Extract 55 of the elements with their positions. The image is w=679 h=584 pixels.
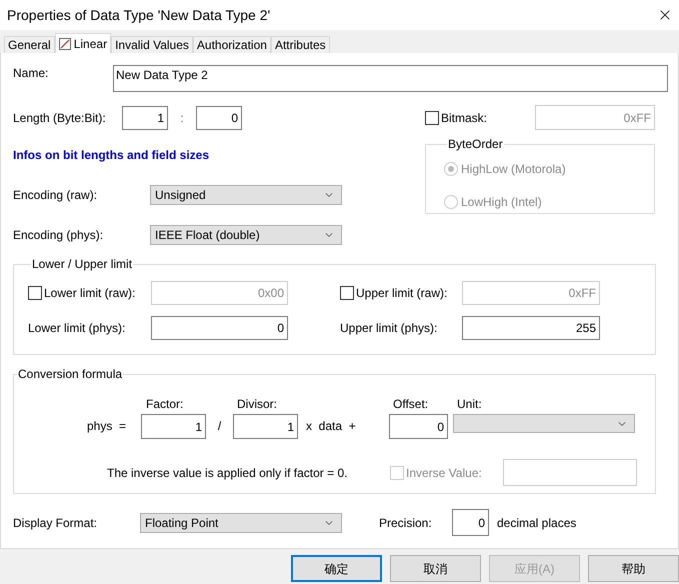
tab[interactable]: Attributes xyxy=(270,36,330,53)
field-label: Precision: xyxy=(379,516,432,530)
window-title: Properties of Data Type 'New Data Type 2' xyxy=(7,6,270,25)
input-field[interactable]: 1 xyxy=(233,414,298,439)
field-label: Length (Byte:Bit): xyxy=(13,110,106,124)
field-label: Factor: xyxy=(146,397,184,411)
tab[interactable]: Linear xyxy=(54,33,112,53)
info-link[interactable]: Infos on bit lengths and field sizes xyxy=(13,148,210,162)
field-label: Encoding (phys): xyxy=(13,228,104,242)
input-field[interactable]: New Data Type 2 xyxy=(113,65,668,92)
input-field[interactable]: 0 xyxy=(196,106,242,130)
checkbox[interactable] xyxy=(28,286,42,300)
formula-text: / xyxy=(218,418,222,435)
tab[interactable]: General xyxy=(4,36,55,53)
input-field[interactable]: 255 xyxy=(462,316,600,340)
group-title: ByteOrder xyxy=(448,137,503,151)
formula-text: x data + xyxy=(306,419,356,433)
chart-icon xyxy=(58,38,71,50)
checkbox-label: Upper limit (raw): xyxy=(356,285,448,302)
dropdown[interactable]: Floating Point xyxy=(140,512,342,532)
field-label: Encoding (raw): xyxy=(13,188,98,202)
dialog-button[interactable]: 取消 xyxy=(390,555,481,582)
field-label: Lower limit (phys): xyxy=(28,321,126,335)
unit-dropdown[interactable] xyxy=(453,414,635,433)
note-text: The inverse value is applied only if factor = 0. xyxy=(107,466,348,480)
field-label: Name: xyxy=(13,66,50,80)
radio-label: HighLow (Motorola) xyxy=(461,161,566,178)
group-title: Lower / Upper limit xyxy=(32,257,132,271)
checkbox-label: Lower limit (raw): xyxy=(44,285,136,302)
input-field[interactable]: 0 xyxy=(389,414,448,439)
field-label: Display Format: xyxy=(13,516,98,530)
dialog-button[interactable]: 帮助 xyxy=(588,555,679,582)
checkbox[interactable] xyxy=(340,286,354,300)
tab[interactable]: Authorization xyxy=(192,36,271,53)
field-label: Offset: xyxy=(393,397,428,411)
checkbox-label: Inverse Value: xyxy=(406,464,482,482)
input-field[interactable]: 1 xyxy=(122,106,168,130)
input-field[interactable]: 0 xyxy=(452,509,489,536)
dropdown[interactable]: Unsigned xyxy=(150,185,342,205)
separator-text: : xyxy=(180,110,184,126)
field-label: Divisor: xyxy=(237,397,278,411)
checkbox-label: Bitmask: xyxy=(441,110,488,126)
checkbox[interactable] xyxy=(425,110,439,124)
input-field[interactable]: 0 xyxy=(151,316,288,340)
tab[interactable]: Invalid Values xyxy=(111,36,193,53)
field-label: Upper limit (phys): xyxy=(340,321,438,335)
group-title: Conversion formula xyxy=(18,367,122,381)
dialog-button[interactable]: 确定 xyxy=(291,555,382,582)
radio-label: LowHigh (Intel) xyxy=(461,194,542,211)
unit-text: decimal places xyxy=(497,514,576,532)
input-field[interactable] xyxy=(503,459,637,486)
input-field[interactable]: 1 xyxy=(141,414,206,439)
field-label: Unit: xyxy=(457,397,482,411)
formula-text: phys = xyxy=(87,419,126,433)
dropdown[interactable]: IEEE Float (double) xyxy=(150,225,342,245)
